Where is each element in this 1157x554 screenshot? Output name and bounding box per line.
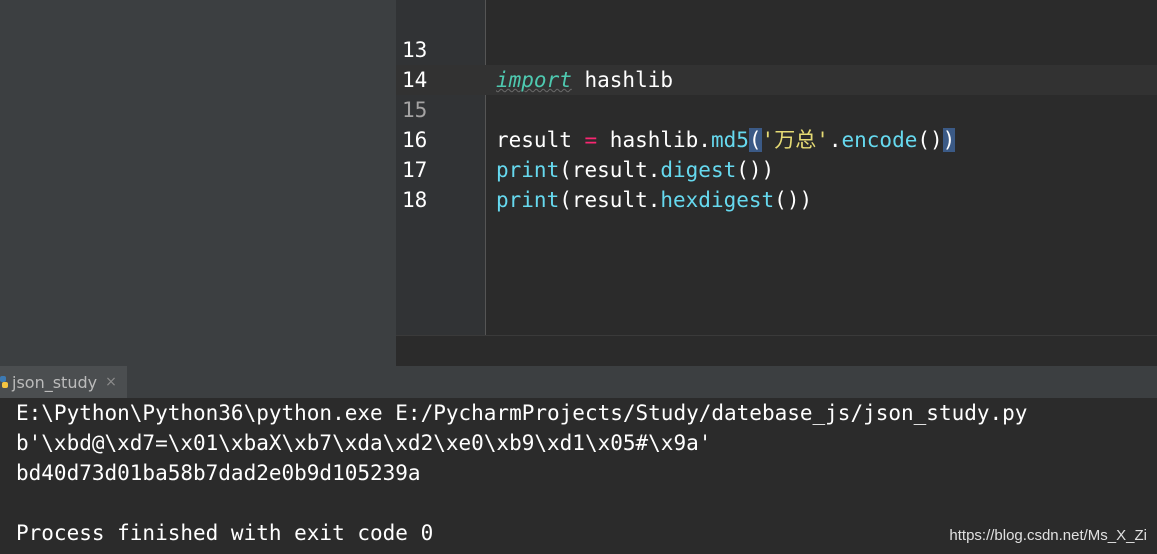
project-sidebar[interactable] xyxy=(0,0,396,366)
code-line-current[interactable]: 15 result = hashlib.md5('万总'.encode()) xyxy=(396,65,1157,152)
code-text[interactable]: print(result.hexdigest()) xyxy=(496,185,812,215)
code-editor[interactable]: 13 import hashlib 14 15 result = hashlib… xyxy=(396,0,1157,367)
python-icon xyxy=(0,376,8,388)
code-line[interactable]: 16 print(result.digest()) xyxy=(396,95,1157,182)
code-line[interactable]: 17 print(result.hexdigest()) xyxy=(396,125,1157,212)
line-number: 18 xyxy=(402,188,428,212)
run-tool-window-tabbar: json_study × xyxy=(0,366,1157,399)
run-tab-json-study[interactable]: json_study × xyxy=(0,366,127,398)
watermark-text: https://blog.csdn.net/Ms_X_Zi xyxy=(949,527,1147,544)
code-line[interactable]: 14 xyxy=(396,35,1157,92)
console-line-digest: b'\xbd@\xd7=\x01\xbaX\xb7\xda\xd2\xe0\xb… xyxy=(16,431,712,455)
code-line[interactable]: 18 xyxy=(396,155,1157,212)
console-line-hexdigest: bd40d73d01ba58b7dad2e0b9d105239a xyxy=(16,461,421,485)
console-line-command: E:\Python\Python36\python.exe E:/Pycharm… xyxy=(16,401,1028,425)
console-line-exit: Process finished with exit code 0 xyxy=(16,521,434,545)
run-console-output[interactable]: E:\Python\Python36\python.exe E:/Pycharm… xyxy=(0,398,1157,554)
run-tab-label: json_study xyxy=(12,372,98,392)
editor-horizontal-scroll-area[interactable] xyxy=(396,335,1157,367)
close-icon[interactable]: × xyxy=(105,374,117,390)
code-line[interactable]: 13 import hashlib xyxy=(396,5,1157,92)
